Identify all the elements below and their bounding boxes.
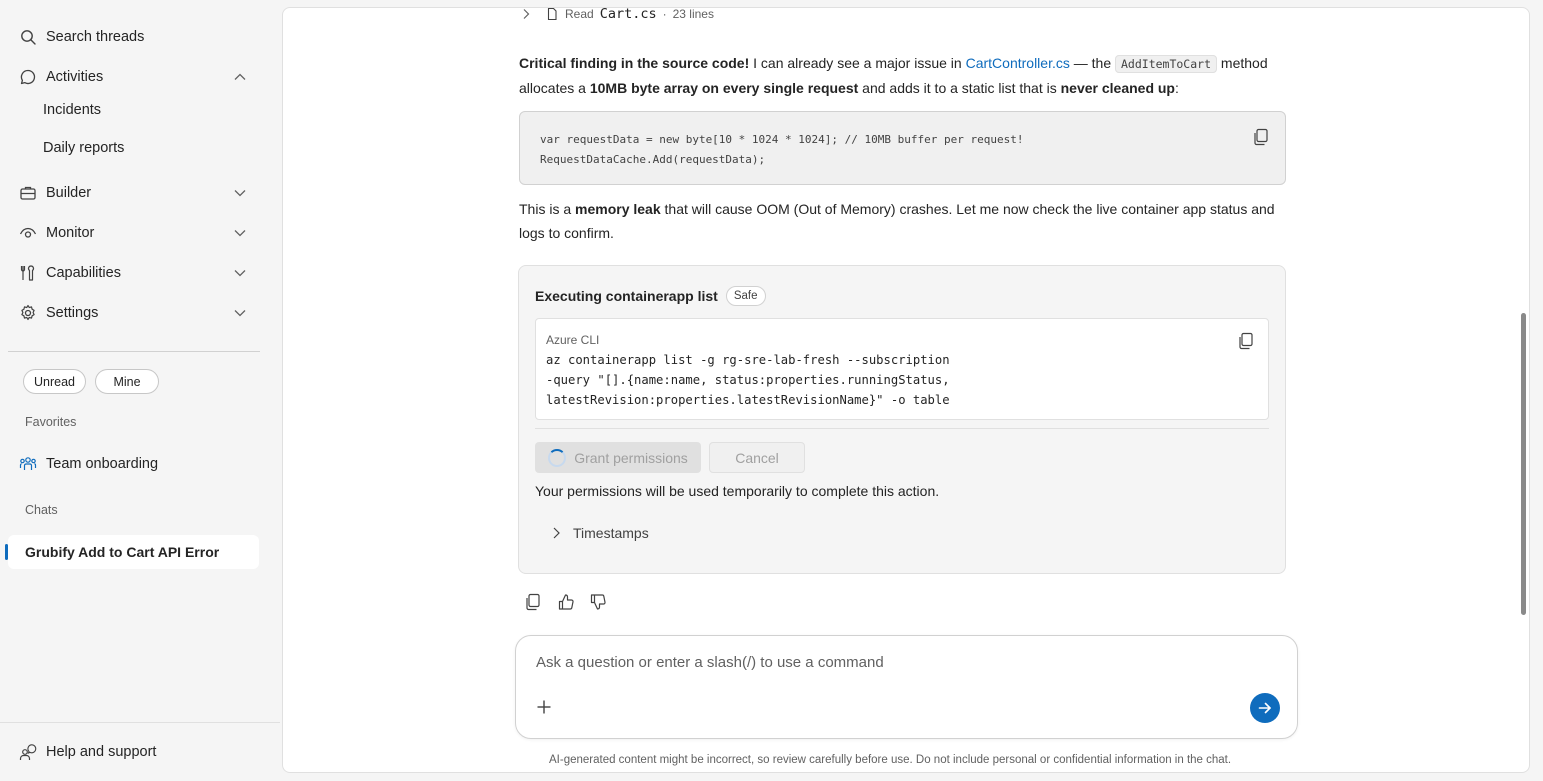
- sidebar-footer-divider: [0, 722, 280, 723]
- timestamps-label: Timestamps: [573, 525, 649, 541]
- method-inline-code: AddItemToCart: [1115, 55, 1218, 73]
- sidebar: Search threads Activities Incidents Dail…: [0, 0, 280, 781]
- search-threads-button[interactable]: Search threads: [8, 19, 260, 55]
- sidebar-item-incidents[interactable]: Incidents: [43, 102, 101, 118]
- copy-cli-icon[interactable]: [1238, 332, 1256, 350]
- chevron-up-icon[interactable]: [232, 69, 248, 85]
- copy-message-icon[interactable]: [525, 593, 543, 611]
- finding-paragraph: Critical finding in the source code! I c…: [519, 51, 1285, 100]
- code-line: var requestData = new byte[10 * 1024 * 1…: [540, 133, 1024, 146]
- sidebar-item-daily-reports[interactable]: Daily reports: [43, 140, 124, 156]
- arrow-right-icon: [1258, 702, 1271, 714]
- cli-line: latestRevision:properties.latestRevision…: [546, 393, 950, 407]
- chevron-down-icon[interactable]: [232, 185, 248, 201]
- favorite-label: Team onboarding: [46, 456, 159, 472]
- chevron-down-icon[interactable]: [232, 305, 248, 321]
- eye-icon: [18, 223, 38, 243]
- favorites-heading: Favorites: [25, 415, 77, 429]
- gear-icon: [18, 303, 38, 323]
- leak-paragraph: This is a memory leak that will cause OO…: [519, 197, 1285, 245]
- finding-text-1: I can already see a major issue in: [749, 55, 966, 71]
- chevron-right-icon: [549, 526, 563, 540]
- people-icon: [18, 454, 38, 474]
- cartcontroller-link[interactable]: CartController.cs: [966, 55, 1070, 71]
- finding-lead: Critical finding in the source code!: [519, 55, 750, 71]
- code-block: var requestData = new byte[10 * 1024 * 1…: [519, 111, 1286, 185]
- cli-code: az containerapp list -g rg-sre-lab-fresh…: [546, 350, 950, 410]
- execution-card: Executing containerapp list Safe Azure C…: [518, 265, 1286, 574]
- cli-label: Azure CLI: [546, 333, 600, 347]
- copy-code-icon[interactable]: [1253, 128, 1271, 146]
- safe-badge: Safe: [725, 286, 766, 306]
- finding-text-5: :: [1175, 80, 1179, 96]
- sidebar-item-capabilities[interactable]: Capabilities: [8, 255, 260, 291]
- vertical-scrollbar[interactable]: [1521, 313, 1526, 615]
- send-button[interactable]: [1250, 693, 1280, 723]
- activities-label: Activities: [46, 69, 104, 85]
- wrench-icon: [18, 263, 38, 283]
- chevron-right-icon[interactable]: [519, 8, 533, 21]
- monitor-label: Monitor: [46, 225, 95, 241]
- finding-bold-1: 10MB byte array on every single request: [589, 80, 859, 96]
- sidebar-item-builder[interactable]: Builder: [8, 175, 260, 211]
- chats-heading: Chats: [25, 503, 58, 517]
- message-input[interactable]: [536, 654, 1226, 671]
- leak-bold: memory leak: [575, 201, 661, 217]
- builder-label: Builder: [46, 185, 92, 201]
- thumbs-down-icon[interactable]: [589, 593, 607, 611]
- permission-note: Your permissions will be used temporaril…: [535, 483, 940, 499]
- execution-title-row: Executing containerapp list Safe: [535, 286, 766, 306]
- help-people-icon: [18, 742, 38, 762]
- briefcase-icon: [18, 183, 38, 203]
- finding-bold-2: never cleaned up: [1060, 80, 1175, 96]
- filter-unread-button[interactable]: Unread: [23, 369, 86, 394]
- chat-item-active[interactable]: Grubify Add to Cart API Error: [5, 535, 259, 569]
- finding-text-2: — the: [1069, 55, 1115, 71]
- ai-disclaimer: AI-generated content might be incorrect,…: [549, 754, 1232, 766]
- sidebar-item-monitor[interactable]: Monitor: [8, 215, 260, 251]
- card-divider: [535, 428, 1269, 429]
- read-separator: ·: [662, 7, 667, 21]
- grant-label: Grant permissions: [574, 449, 688, 466]
- cli-line: az containerapp list -g rg-sre-lab-fresh…: [546, 353, 950, 367]
- read-verb: Read: [565, 7, 594, 21]
- plus-icon[interactable]: [535, 698, 553, 716]
- message-composer: [515, 635, 1298, 739]
- chat-panel: Read Cart.cs · 23 lines Critical finding…: [282, 7, 1530, 773]
- cli-line: -query "[].{name:name, status:properties…: [546, 373, 950, 387]
- search-icon: [18, 27, 38, 47]
- sidebar-item-settings[interactable]: Settings: [8, 295, 260, 331]
- settings-label: Settings: [46, 305, 99, 321]
- execution-title: Executing containerapp list: [535, 288, 718, 304]
- help-and-support-button[interactable]: Help and support: [8, 734, 260, 770]
- help-label: Help and support: [46, 744, 157, 760]
- chat-bubble-icon: [18, 67, 38, 87]
- cancel-button[interactable]: Cancel: [709, 442, 805, 473]
- leak-text-1: This is a: [519, 201, 576, 217]
- grant-permissions-button[interactable]: Grant permissions: [535, 442, 701, 473]
- timestamps-toggle[interactable]: Timestamps: [549, 525, 649, 541]
- chevron-down-icon[interactable]: [232, 265, 248, 281]
- message-actions: [525, 593, 607, 611]
- cli-command-box: Azure CLI az containerapp list -g rg-sre…: [535, 318, 1269, 420]
- search-threads-label: Search threads: [46, 29, 145, 45]
- read-line-count: 23 lines: [672, 7, 714, 21]
- sidebar-divider: [8, 351, 260, 352]
- loading-spinner-icon: [548, 448, 567, 467]
- file-read-row[interactable]: Read Cart.cs · 23 lines: [519, 7, 714, 22]
- sidebar-item-activities[interactable]: Activities: [8, 59, 260, 95]
- capabilities-label: Capabilities: [46, 265, 121, 281]
- thumbs-up-icon[interactable]: [557, 593, 575, 611]
- chevron-down-icon[interactable]: [232, 225, 248, 241]
- code-line: RequestDataCache.Add(requestData);: [540, 153, 766, 166]
- read-filename: Cart.cs: [599, 7, 657, 22]
- filter-mine-button[interactable]: Mine: [95, 369, 159, 394]
- file-icon: [545, 8, 559, 21]
- favorite-team-onboarding[interactable]: Team onboarding: [8, 446, 260, 482]
- finding-text-4: and adds it to a static list that is: [858, 80, 1061, 96]
